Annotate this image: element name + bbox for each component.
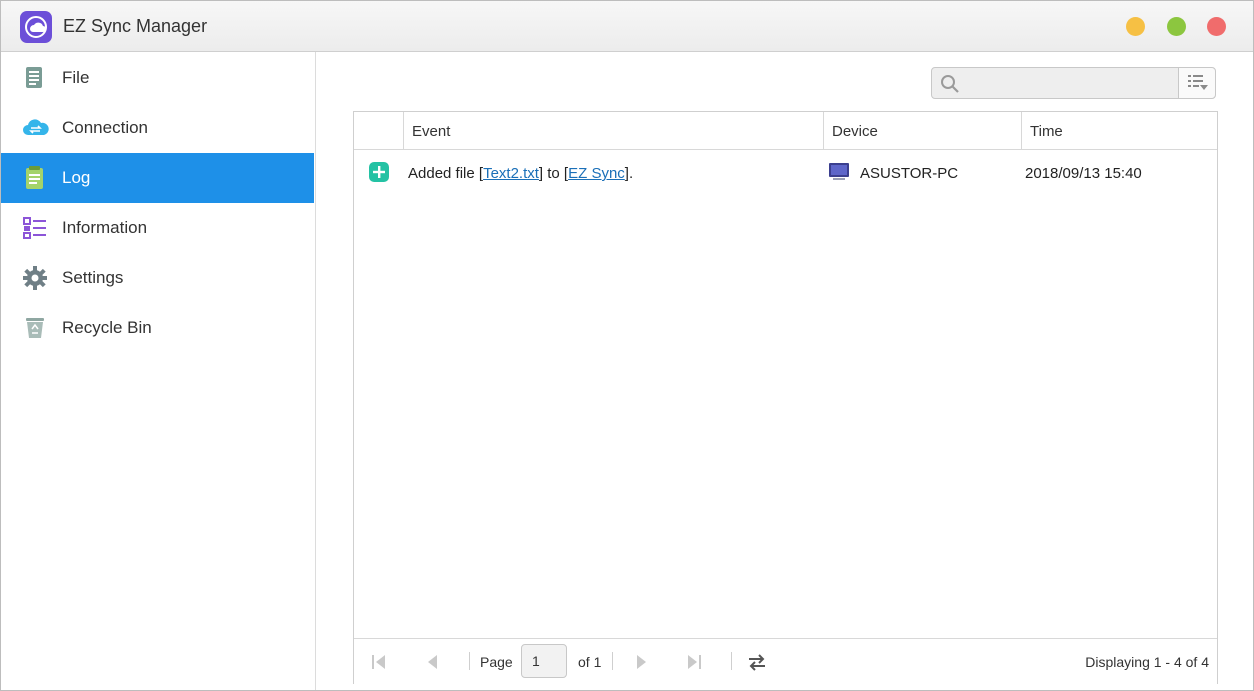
device-name: ASUSTOR-PC bbox=[860, 165, 959, 182]
sidebar-item-connection[interactable]: Connection bbox=[1, 103, 314, 153]
divider bbox=[612, 652, 613, 670]
first-page-icon bbox=[372, 655, 385, 669]
folder-link[interactable]: EZ Sync bbox=[568, 165, 625, 182]
next-page-button[interactable] bbox=[630, 651, 652, 673]
column-header-label: Event bbox=[412, 123, 451, 140]
search-icon bbox=[940, 74, 960, 94]
recycle-bin-icon bbox=[22, 315, 48, 341]
sidebar-item-label: Recycle Bin bbox=[62, 318, 152, 337]
close-button[interactable] bbox=[1207, 17, 1226, 36]
pagination-bar: Page of 1 bbox=[354, 638, 1217, 684]
event-text: Added file [Text2.txt] to [EZ Sync]. bbox=[408, 165, 634, 182]
last-page-icon bbox=[688, 655, 701, 669]
gear-icon bbox=[22, 265, 48, 291]
computer-icon bbox=[828, 162, 850, 182]
file-icon bbox=[22, 65, 48, 91]
sidebar-item-log[interactable]: Log bbox=[1, 153, 314, 203]
title-bar: EZ Sync Manager bbox=[1, 1, 1253, 52]
sidebar-item-label: Log bbox=[62, 168, 91, 187]
add-file-icon bbox=[369, 162, 389, 182]
displaying-count: Displaying 1 - 4 of 4 bbox=[1085, 654, 1209, 670]
filter-list-icon bbox=[1188, 75, 1208, 90]
column-header-label: Device bbox=[832, 123, 878, 140]
sidebar-item-file[interactable]: File bbox=[1, 53, 314, 103]
first-page-button[interactable] bbox=[368, 651, 390, 673]
divider bbox=[469, 652, 470, 670]
table-header: Event Device Time bbox=[354, 112, 1217, 150]
app-logo-icon bbox=[20, 11, 52, 43]
main-content: Event Device Time Added file [Text2.txt]… bbox=[316, 52, 1253, 690]
next-page-icon bbox=[637, 655, 646, 669]
previous-page-button[interactable] bbox=[422, 651, 444, 673]
last-page-button[interactable] bbox=[683, 651, 705, 673]
column-header-event[interactable]: Event bbox=[404, 112, 824, 149]
cloud-connection-icon bbox=[22, 115, 49, 141]
divider bbox=[731, 652, 732, 670]
log-table: Event Device Time Added file [Text2.txt]… bbox=[353, 111, 1218, 684]
refresh-button[interactable] bbox=[746, 651, 768, 673]
column-header-icon[interactable] bbox=[354, 112, 404, 149]
page-total: of 1 bbox=[578, 654, 602, 670]
sidebar-item-label: File bbox=[62, 68, 90, 87]
sidebar-item-information[interactable]: Information bbox=[1, 203, 314, 253]
sidebar-item-label: Information bbox=[62, 218, 148, 237]
sidebar-item-settings[interactable]: Settings bbox=[1, 253, 314, 303]
file-link[interactable]: Text2.txt bbox=[483, 165, 539, 182]
sidebar-item-label: Connection bbox=[62, 118, 149, 137]
previous-page-icon bbox=[428, 655, 437, 669]
search-input[interactable] bbox=[966, 71, 1180, 97]
information-list-icon bbox=[22, 215, 48, 241]
app-window: EZ Sync Manager File Connection Log Info… bbox=[0, 0, 1254, 691]
minimize-button[interactable] bbox=[1126, 17, 1145, 36]
sidebar-item-label: Settings bbox=[62, 268, 124, 287]
filter-options-button[interactable] bbox=[1178, 68, 1215, 98]
table-row[interactable]: Added file [Text2.txt] to [EZ Sync]. ASU… bbox=[354, 150, 1217, 196]
page-number-input[interactable] bbox=[521, 644, 567, 678]
page-label: Page bbox=[480, 654, 513, 670]
event-time: 2018/09/13 15:40 bbox=[1025, 165, 1142, 182]
refresh-icon bbox=[749, 654, 765, 671]
sidebar-item-recycle-bin[interactable]: Recycle Bin bbox=[1, 303, 314, 353]
column-header-device[interactable]: Device bbox=[824, 112, 1022, 149]
search-box bbox=[931, 67, 1216, 99]
window-title: EZ Sync Manager bbox=[63, 16, 208, 36]
column-header-time[interactable]: Time bbox=[1022, 112, 1218, 149]
log-icon bbox=[22, 165, 48, 191]
maximize-button[interactable] bbox=[1167, 17, 1186, 36]
column-header-label: Time bbox=[1030, 123, 1063, 140]
sidebar: File Connection Log Information Settings… bbox=[1, 52, 316, 690]
